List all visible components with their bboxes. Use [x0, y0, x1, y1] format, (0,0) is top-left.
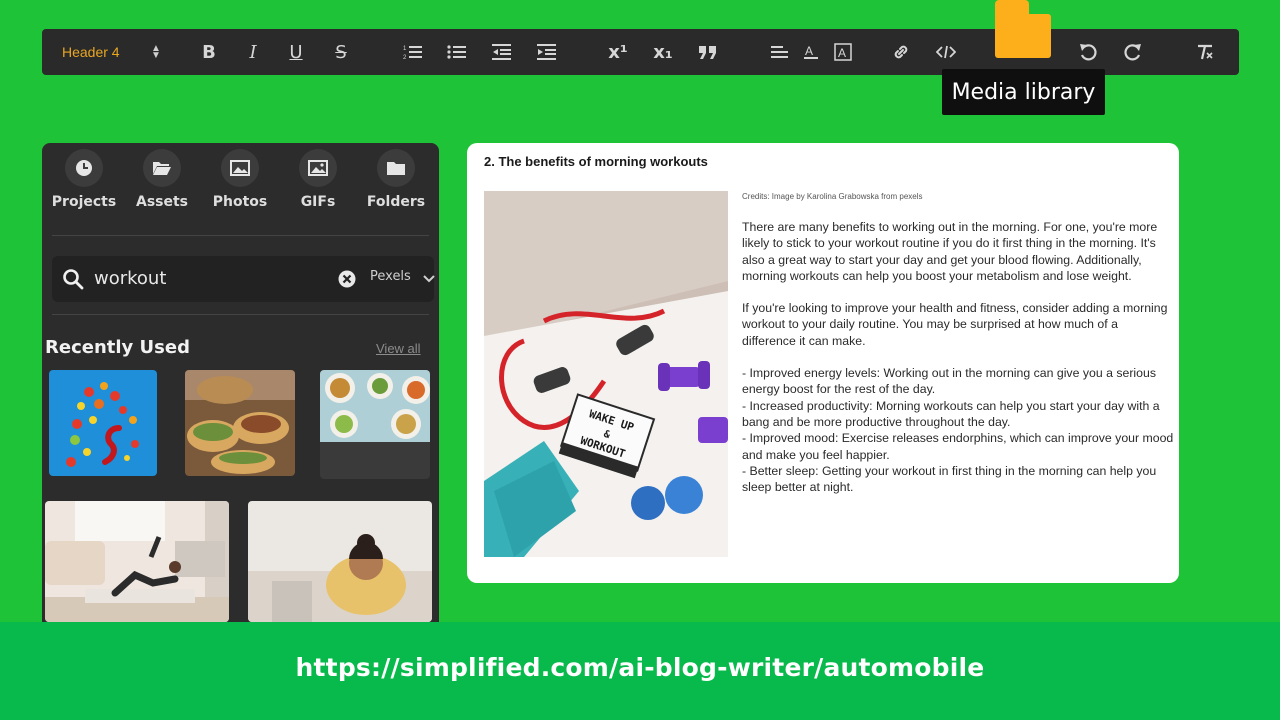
tooltip-label: Media library — [951, 79, 1096, 105]
redo-icon[interactable] — [1118, 29, 1148, 75]
media-library-tooltip: Media library — [942, 69, 1105, 115]
recently-used-heading: Recently Used — [45, 337, 190, 358]
italic-button[interactable]: I — [238, 29, 268, 75]
footer-url[interactable]: https://simplified.com/ai-blog-writer/au… — [0, 653, 1280, 682]
article-bullet: - Improved mood: Exercise releases endor… — [742, 431, 1174, 462]
photo-result-woman[interactable] — [248, 501, 432, 622]
tab-assets[interactable]: Assets — [124, 149, 200, 219]
subscript-label: x₁ — [653, 41, 673, 63]
link-icon[interactable] — [886, 29, 916, 75]
up-down-caret-icon[interactable]: ▲ ▼ — [146, 29, 166, 75]
tab-projects[interactable]: Projects — [46, 149, 122, 219]
gif-icon — [299, 149, 337, 187]
indent-icon[interactable] — [532, 29, 562, 75]
blockquote-icon[interactable] — [693, 29, 723, 75]
media-library-folder-icon[interactable] — [995, 0, 1051, 58]
search-icon — [63, 269, 84, 290]
clear-format-icon[interactable] — [1190, 29, 1220, 75]
article-body: There are many benefits to working out i… — [742, 219, 1174, 495]
tab-gifs[interactable]: GIFs — [280, 149, 356, 219]
tab-label: GIFs — [300, 194, 336, 210]
strikethrough-label: S — [335, 41, 347, 63]
divider — [52, 314, 429, 315]
strikethrough-button[interactable]: S — [326, 29, 356, 75]
bold-button[interactable]: B — [194, 29, 224, 75]
underline-button[interactable]: U — [281, 29, 311, 75]
media-panel: Projects Assets Photos GIFs Folders work… — [42, 143, 439, 622]
svg-text:A: A — [838, 46, 846, 60]
photo-result-yoga-room[interactable] — [45, 501, 229, 622]
divider — [52, 235, 429, 236]
tab-label: Photos — [212, 194, 268, 210]
search-input[interactable]: workout — [94, 268, 166, 289]
underline-label: U — [289, 41, 303, 63]
folder-open-icon — [143, 149, 181, 187]
outdent-icon[interactable] — [487, 29, 517, 75]
article-bullet: - Better sleep: Getting your workout in … — [742, 463, 1157, 495]
superscript-label: x¹ — [608, 41, 628, 63]
clock-icon — [65, 149, 103, 187]
subscript-button[interactable]: x₁ — [648, 29, 678, 75]
font-color-icon[interactable]: A — [798, 29, 824, 75]
italic-label: I — [249, 41, 257, 63]
svg-text:2: 2 — [403, 55, 407, 60]
article-bullet: - Improved energy levels: Working out in… — [742, 366, 1156, 397]
folder-icon — [377, 149, 415, 187]
recent-thumbnail-tacos[interactable] — [185, 370, 295, 476]
header-style-label: Header 4 — [62, 44, 120, 60]
tab-label: Folders — [366, 194, 426, 210]
clear-search-icon[interactable] — [338, 270, 356, 288]
tab-folders[interactable]: Folders — [358, 149, 434, 219]
tab-label: Assets — [135, 194, 189, 210]
article-paragraph: If you're looking to improve your health… — [742, 301, 1168, 348]
image-credits: Credits: Image by Karolina Grabowska fro… — [742, 192, 923, 201]
superscript-button[interactable]: x¹ — [603, 29, 633, 75]
search-box: workout Pexels — [52, 256, 436, 302]
svg-text:1: 1 — [403, 46, 407, 52]
recent-thumbnail-bowls[interactable] — [320, 370, 430, 479]
image-icon — [221, 149, 259, 187]
article-card: 2. The benefits of morning workouts WAKE… — [467, 143, 1179, 583]
chevron-down-icon[interactable] — [422, 272, 436, 286]
svg-text:A: A — [805, 44, 813, 58]
tab-label: Projects — [51, 194, 117, 210]
tab-photos[interactable]: Photos — [202, 149, 278, 219]
article-image[interactable]: WAKE UP & WORKOUT — [484, 191, 728, 557]
article-heading: 2. The benefits of morning workouts — [484, 154, 708, 169]
recent-thumbnail-peppers[interactable] — [49, 370, 157, 476]
bold-label: B — [202, 41, 216, 63]
source-select[interactable]: Pexels — [370, 269, 411, 284]
article-bullet: - Increased productivity: Morning workou… — [742, 398, 1160, 429]
article-paragraph: There are many benefits to working out i… — [742, 220, 1158, 283]
highlight-color-icon[interactable]: A — [830, 29, 856, 75]
view-all-link[interactable]: View all — [376, 341, 421, 356]
align-icon[interactable] — [765, 29, 795, 75]
ordered-list-icon[interactable]: 12 — [398, 29, 428, 75]
bullet-list-icon[interactable] — [442, 29, 472, 75]
